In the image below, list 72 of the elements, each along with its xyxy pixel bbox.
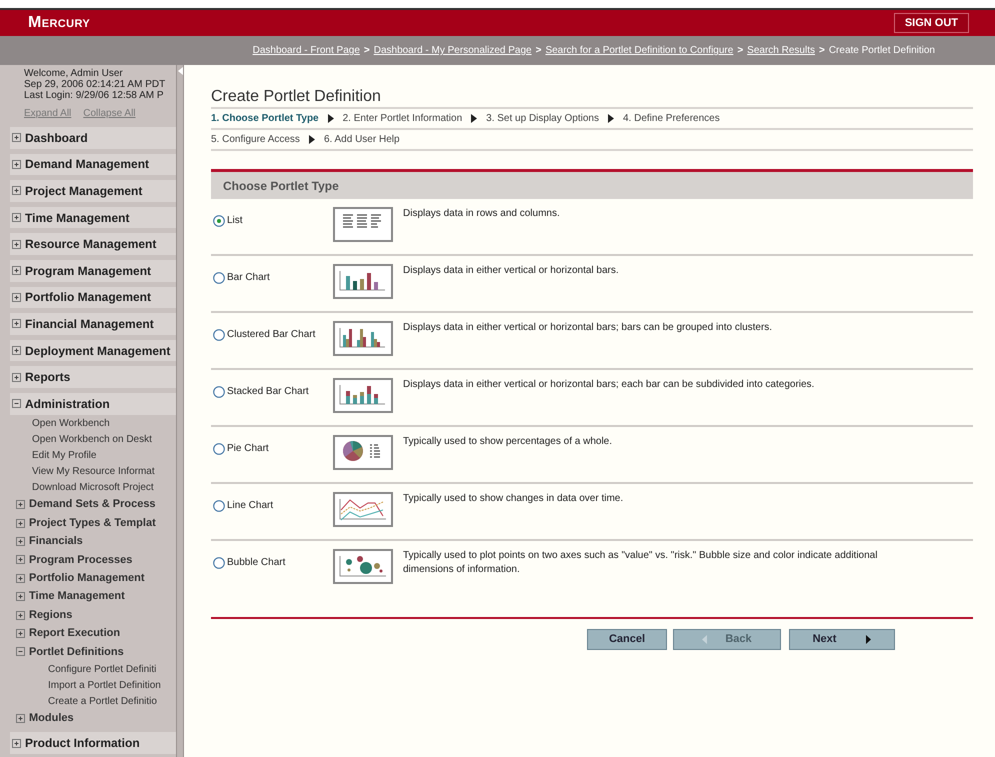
list-icon xyxy=(333,207,393,242)
step-arrow-icon xyxy=(308,135,315,144)
welcome-text: Sep 29, 2006 02:14:21 AM PDT xyxy=(24,79,166,90)
radio-label[interactable]: List xyxy=(227,213,243,228)
line-chart-icon xyxy=(333,492,393,527)
breadcrumb-separator: > xyxy=(364,44,370,58)
wizard-step[interactable]: 3. Set up Display Options xyxy=(486,111,599,126)
sign-out-button[interactable]: SIGN OUT xyxy=(894,13,969,33)
nav-group-item[interactable]: Project Types & Templat xyxy=(29,514,156,532)
page-title: Create Portlet Definition xyxy=(211,87,382,107)
back-arrow-icon xyxy=(702,635,708,644)
breadcrumb-separator: > xyxy=(737,44,744,58)
nav-group-item[interactable]: Regions xyxy=(29,606,72,624)
wizard-step[interactable]: 5. Configure Access xyxy=(211,132,300,147)
description-text: Typically used to plot points on two axes such as "value" vs. "risk." Bubble size and color indicate additional dimensions of information. xyxy=(403,549,878,577)
stacked-bar-chart-icon xyxy=(333,378,393,413)
radio-button[interactable] xyxy=(213,272,225,284)
description-text: Displays data in rows and columns. xyxy=(403,207,561,221)
radio-button[interactable] xyxy=(213,442,225,454)
nav-group-item[interactable]: Portfolio Management xyxy=(29,570,145,587)
radio-button[interactable] xyxy=(213,500,225,512)
welcome-text: Last Login: 9/29/06 12:58 AM P xyxy=(24,90,165,101)
description-text: Displays data in either vertical or horizontal bars. xyxy=(403,264,620,278)
bubble-chart-icon xyxy=(333,549,393,584)
radio-label[interactable]: Line Chart xyxy=(227,498,274,513)
wizard-step[interactable]: 6. Add User Help xyxy=(324,132,400,147)
radio-button[interactable] xyxy=(213,556,225,568)
radio-label[interactable]: Bubble Chart xyxy=(227,555,286,570)
nav-link[interactable]: Import a Portlet Definition xyxy=(48,678,161,693)
next-arrow-icon xyxy=(866,635,872,644)
nav-link[interactable]: Download Microsoft Project xyxy=(32,480,154,496)
step-arrow-icon xyxy=(608,114,614,123)
breadcrumb-separator: > xyxy=(818,44,825,58)
nav-group-item[interactable]: Portlet Definitions xyxy=(29,644,124,660)
radio-label[interactable]: Clustered Bar Chart xyxy=(227,327,316,342)
section-title: Choose Portlet Type xyxy=(223,178,339,194)
pie-chart-icon xyxy=(333,435,393,470)
next-button[interactable]: Next xyxy=(789,629,895,650)
nav-link[interactable]: Configure Portlet Definiti xyxy=(48,662,156,677)
description-text: Typically used to show percentages of a whole. xyxy=(403,435,614,449)
breadcrumb-separator: > xyxy=(536,44,542,58)
description-text: Typically used to show changes in data over time. xyxy=(403,492,624,506)
nav-group-item[interactable]: Program Processes xyxy=(29,552,132,568)
nav-group-item[interactable]: Time Management xyxy=(29,588,125,605)
radio-label[interactable]: Stacked Bar Chart xyxy=(227,384,309,399)
bar-chart-icon xyxy=(333,264,393,299)
nav-group-item[interactable]: Modules xyxy=(29,710,74,726)
breadcrumb-current: Create Portlet Definition xyxy=(828,44,935,58)
nav-group-item[interactable]: Demand Sets & Process xyxy=(29,496,156,513)
nav-link[interactable]: View My Resource Informat xyxy=(32,464,155,480)
nav-link[interactable]: Edit My Profile xyxy=(32,448,96,464)
wizard-step[interactable]: 1. Choose Portlet Type xyxy=(211,111,319,126)
nav-link[interactable]: Create a Portlet Definitio xyxy=(48,694,157,709)
wizard-step[interactable]: 2. Enter Portlet Information xyxy=(342,111,462,126)
cancel-button[interactable]: Cancel xyxy=(587,629,667,650)
nav-group-item[interactable]: Financials xyxy=(29,533,83,550)
radio-button[interactable] xyxy=(213,386,225,398)
clustered-bar-chart-icon xyxy=(333,321,393,356)
radio-label[interactable]: Pie Chart xyxy=(227,441,269,456)
logo: Mercury xyxy=(28,13,90,33)
wizard-step[interactable]: 4. Define Preferences xyxy=(622,111,720,126)
nav-link[interactable]: Open Workbench on Deskt xyxy=(32,432,152,448)
radio-button[interactable] xyxy=(213,328,225,340)
description-text: Displays data in either vertical or horizontal bars; each bar can be subdivided into categories. xyxy=(403,378,816,392)
nav-group-item[interactable]: Report Execution xyxy=(29,625,120,642)
step-arrow-icon xyxy=(471,114,478,123)
welcome-text: Welcome, Admin User xyxy=(24,68,124,79)
nav-link[interactable]: Open Workbench xyxy=(32,416,110,432)
description-text: Displays data in either vertical or horizontal bars; bars can be grouped into clusters. xyxy=(403,321,774,335)
step-arrow-icon xyxy=(328,114,334,123)
radio-button[interactable] xyxy=(213,214,225,226)
radio-label[interactable]: Bar Chart xyxy=(227,270,270,285)
